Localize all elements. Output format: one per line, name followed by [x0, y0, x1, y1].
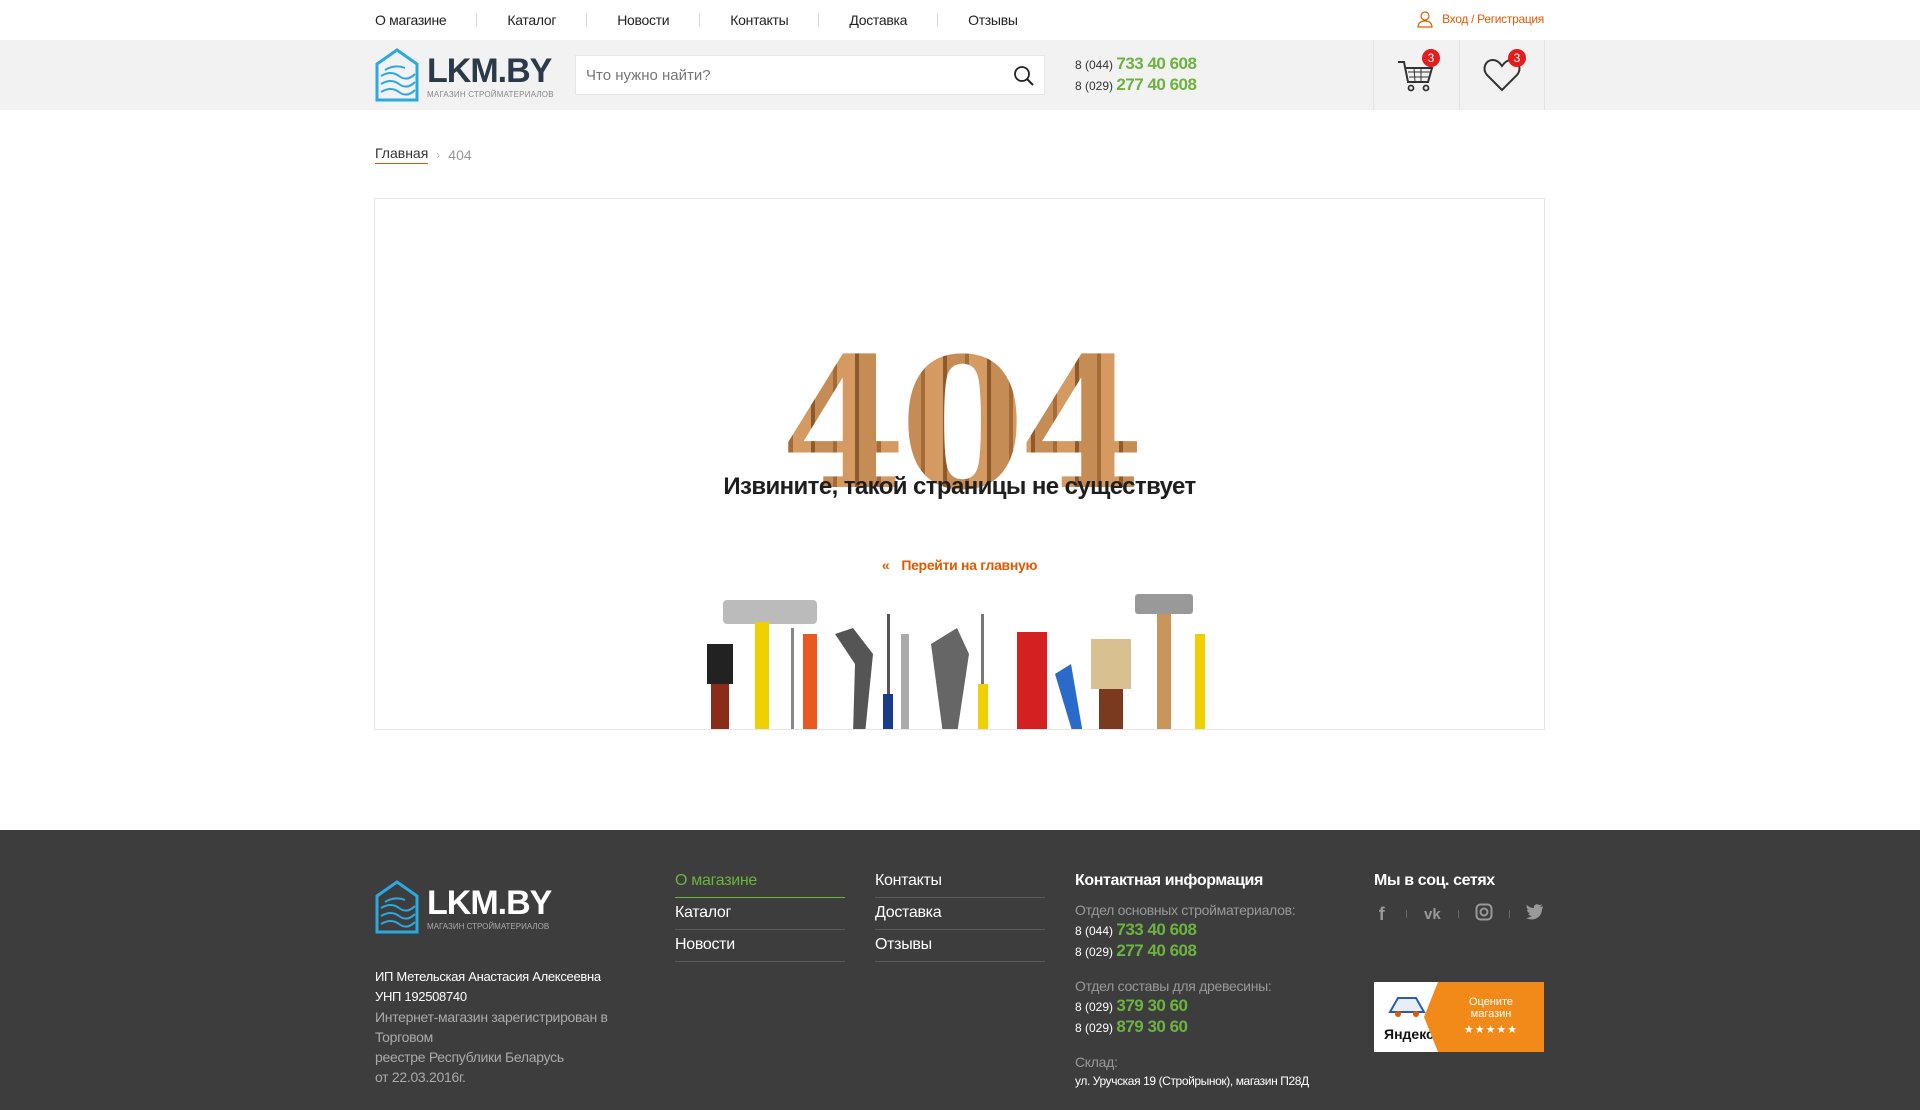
social-links: f vk [1374, 900, 1544, 928]
top-menu-item-about[interactable]: О магазине [375, 13, 476, 27]
top-menu-item-reviews[interactable]: Отзывы [937, 13, 1047, 27]
dept2-label: Отдел составы для древесины: [1075, 978, 1272, 994]
user-icon [1417, 11, 1433, 28]
go-home-label: Перейти на главную [901, 557, 1038, 573]
phone-prefix: 8 (029) [1075, 945, 1114, 959]
logo-subtitle: МАГАЗИН СТРОЙМАТЕРИАЛОВ [427, 922, 550, 931]
footer-menu-item-about[interactable]: О магазине [675, 866, 845, 898]
footer-menu-item-reviews[interactable]: Отзывы [875, 930, 1045, 962]
search-icon[interactable] [1012, 64, 1036, 88]
footer-social: Мы в соц. сетях f vk Яндекс Оцените мага… [1374, 866, 1544, 1052]
error-panel: 404 Извините, такой страницы не существу… [374, 198, 1545, 730]
rating-stars: ★★★★★ [1463, 1024, 1519, 1036]
contacts-title: Контактная информация [1075, 872, 1263, 889]
phone-prefix: 8 (044) [1075, 58, 1114, 72]
top-navigation: О магазине Каталог Новости Контакты Дост… [0, 0, 1920, 40]
top-menu: О магазине Каталог Новости Контакты Дост… [375, 0, 1048, 40]
dept1-phone-2[interactable]: 8 (029) 277 40 608 [1075, 941, 1325, 962]
social-title: Мы в соц. сетях [1374, 872, 1495, 889]
instagram-icon[interactable] [1475, 903, 1493, 926]
footer-menu-item-contacts[interactable]: Контакты [875, 866, 1045, 898]
header: LKM.BY МАГАЗИН СТРОЙМАТЕРИАЛОВ 8 (044) 7… [0, 40, 1920, 110]
yandex-rate-line-1: Оцените [1468, 996, 1514, 1008]
top-menu-item-contacts[interactable]: Контакты [699, 13, 818, 27]
phone-number: 379 30 60 [1116, 996, 1188, 1015]
site-logo[interactable]: LKM.BY МАГАЗИН СТРОЙМАТЕРИАЛОВ [375, 46, 554, 102]
top-menu-item-delivery[interactable]: Доставка [818, 13, 937, 27]
wishlist-count-badge: 3 [1508, 49, 1526, 67]
footer-menu-item-catalog[interactable]: Каталог [675, 898, 845, 930]
logo-subtitle: МАГАЗИН СТРОЙМАТЕРИАЛОВ [427, 90, 554, 99]
footer-logo[interactable]: LKM.BY МАГАЗИН СТРОЙМАТЕРИАЛОВ [375, 878, 552, 934]
dept1-label: Отдел основных стройматериалов: [1075, 902, 1296, 918]
phone-number: 733 40 608 [1116, 54, 1197, 73]
twitter-icon[interactable] [1526, 903, 1544, 925]
registry-line-3: от 22.03.2016г. [375, 1069, 466, 1085]
login-link[interactable]: Вход / Регистрация [1416, 10, 1544, 28]
phone-number: 733 40 608 [1116, 920, 1197, 939]
header-phone-2[interactable]: 8 (029) 277 40 608 [1075, 75, 1197, 96]
phone-prefix: 8 (029) [1075, 1000, 1114, 1014]
error-message: Извините, такой страницы не существует [723, 473, 1196, 500]
breadcrumb: Главная › 404 [375, 145, 472, 164]
search-input[interactable] [576, 56, 976, 94]
vk-icon[interactable]: vk [1422, 906, 1442, 923]
login-label: Вход / Регистрация [1442, 12, 1544, 26]
dept2-phone-2[interactable]: 8 (029) 879 30 60 [1075, 1017, 1325, 1038]
phone-prefix: 8 (029) [1075, 79, 1114, 93]
yandex-rate-widget[interactable]: Яндекс Оцените магазин ★★★★★ [1374, 982, 1544, 1052]
footer: LKM.BY МАГАЗИН СТРОЙМАТЕРИАЛОВ ИП Метель… [0, 830, 1920, 1110]
logo-name: LKM.BY [427, 52, 552, 90]
go-home-link[interactable]: « Перейти на главную [375, 557, 1544, 573]
house-logo-icon [375, 48, 419, 102]
error-code-graphic: 404 [375, 267, 1544, 515]
warehouse-label: Склад: [1075, 1054, 1118, 1070]
cart-button[interactable]: 3 [1373, 40, 1459, 110]
cart-count-badge: 3 [1422, 49, 1440, 67]
tools-illustration [707, 594, 1205, 729]
dept1-phone-1[interactable]: 8 (044) 733 40 608 [1075, 920, 1325, 941]
top-menu-item-news[interactable]: Новости [586, 13, 699, 27]
yandex-rate-line-2: магазин [1470, 1008, 1512, 1020]
footer-menu-item-news[interactable]: Новости [675, 930, 845, 962]
phone-number: 277 40 608 [1116, 941, 1197, 960]
search-box [575, 55, 1045, 95]
chevron-right-icon: › [436, 147, 441, 162]
footer-menu-1: О магазине Каталог Новости [675, 866, 845, 962]
warehouse-address: ул. Уручская 19 (Стройрынок), магазин П2… [1075, 1074, 1309, 1088]
logo-name: LKM.BY [427, 884, 552, 922]
top-menu-item-catalog[interactable]: Каталог [476, 13, 586, 27]
phone-prefix: 8 (044) [1075, 924, 1114, 938]
company-info: ИП Метельская Анастасия Алексеевна УНП 1… [375, 967, 665, 1087]
phone-prefix: 8 (029) [1075, 1021, 1114, 1035]
company-unp: УНП 192508740 [375, 989, 467, 1004]
double-chevron-left-icon: « [881, 557, 890, 573]
yandex-car-icon [1388, 997, 1426, 1017]
phone-number: 879 30 60 [1116, 1017, 1188, 1036]
house-logo-icon [375, 880, 419, 934]
registry-line-1: Интернет-магазин зарегистрирован в Торго… [375, 1009, 608, 1045]
dept2-phone-1[interactable]: 8 (029) 379 30 60 [1075, 996, 1325, 1017]
phone-number: 277 40 608 [1116, 75, 1197, 94]
breadcrumb-current: 404 [448, 146, 472, 163]
footer-menu-2: Контакты Доставка Отзывы [875, 866, 1045, 962]
footer-contacts: Контактная информация Отдел основных стр… [1075, 866, 1325, 1090]
wishlist-button[interactable]: 3 [1459, 40, 1545, 110]
yandex-rate-text: Оцените магазин ★★★★★ [1424, 982, 1544, 1052]
header-phone-1[interactable]: 8 (044) 733 40 608 [1075, 54, 1197, 75]
facebook-icon[interactable]: f [1374, 904, 1390, 925]
header-phones: 8 (044) 733 40 608 8 (029) 277 40 608 [1075, 54, 1197, 96]
breadcrumb-home[interactable]: Главная [375, 145, 429, 164]
footer-menu-item-delivery[interactable]: Доставка [875, 898, 1045, 930]
company-owner: ИП Метельская Анастасия Алексеевна [375, 969, 601, 984]
registry-line-2: реестре Республики Беларусь [375, 1049, 564, 1065]
